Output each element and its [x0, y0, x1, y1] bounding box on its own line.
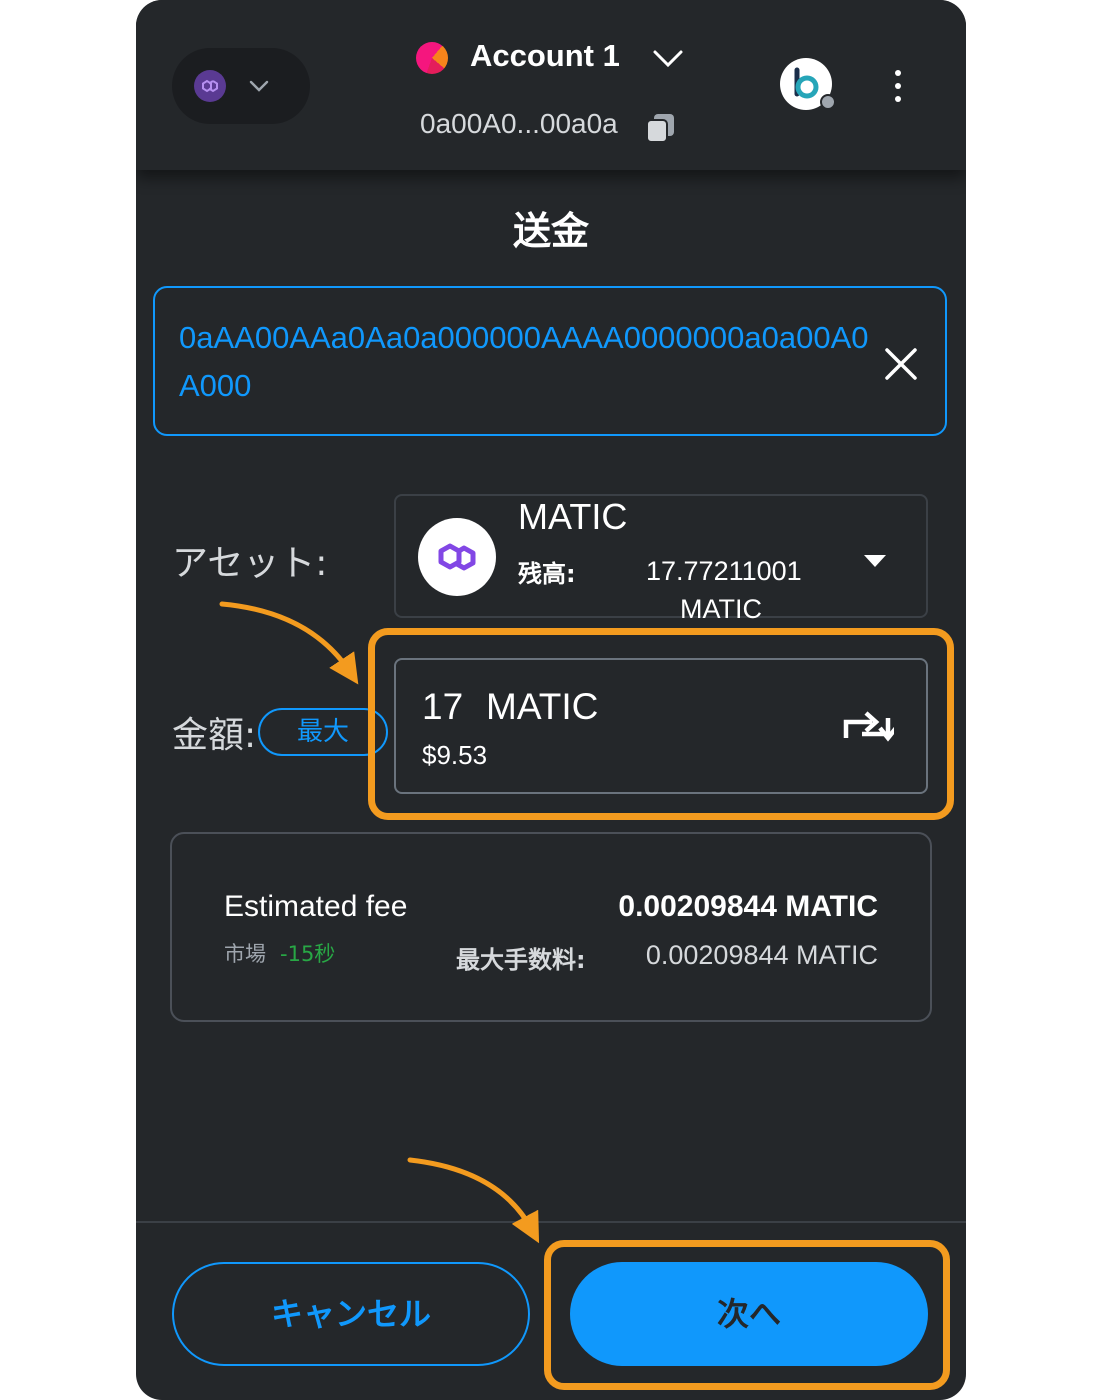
kebab-menu-icon[interactable] [890, 68, 906, 104]
page-title: 送金 [512, 209, 589, 253]
amount-input[interactable]: 17 MATIC $9.53 [394, 658, 928, 794]
chevron-down-icon[interactable] [651, 44, 685, 74]
amount-fiat-value: $9.53 [422, 740, 488, 770]
network-picker[interactable] [172, 48, 310, 124]
chevron-down-icon [249, 80, 269, 92]
copy-icon[interactable] [644, 112, 676, 144]
send-panel: Account 1 0a00A0...00a0a 送金 0aAA00AAa0Aa… [136, 0, 966, 1400]
asset-selector[interactable]: MATIC 残高: 17.77211001 MATIC [394, 494, 928, 624]
app-header: Account 1 0a00A0...00a0a [136, 0, 966, 170]
account-name[interactable]: Account 1 [470, 38, 620, 74]
estimated-fee-card[interactable]: Estimated fee 市場 -15秒 0.00209844 MATIC 最… [170, 832, 932, 1022]
cancel-button[interactable]: キャンセル [172, 1262, 530, 1366]
asset-label: アセット: [172, 543, 328, 584]
recipient-address-field[interactable]: 0aAA00AAa0Aa0a000000AAAA0000000a0a00A0A0… [153, 286, 947, 436]
max-fee-value: 0.00209844 MATIC [645, 940, 878, 970]
amount-value: 17 [422, 686, 464, 727]
polygon-network-icon [194, 70, 226, 102]
fee-market: 市場 [224, 942, 266, 966]
asset-balance-label: 残高: [518, 560, 576, 588]
polygon-token-icon [418, 518, 496, 596]
close-icon[interactable] [883, 346, 919, 382]
account-avatar[interactable] [416, 42, 448, 74]
fee-time: -15秒 [280, 942, 336, 966]
fee-value: 0.00209844 MATIC [618, 890, 878, 923]
asset-balance-value: 17.77211001 MATIC [646, 556, 802, 624]
account-address[interactable]: 0a00A0...00a0a [420, 108, 618, 140]
max-fee-label: 最大手数料: [456, 946, 586, 974]
fee-label: Estimated fee [224, 890, 408, 923]
amount-symbol: MATIC [486, 686, 599, 727]
caret-down-icon[interactable] [862, 552, 888, 570]
amount-label: 金額: [172, 715, 257, 756]
swap-currency-icon[interactable] [840, 708, 894, 746]
next-button[interactable]: 次へ [570, 1262, 928, 1366]
recipient-address: 0aAA00AAa0Aa0a000000AAAA0000000a0a00A0A0… [179, 320, 869, 403]
asset-symbol: MATIC [518, 496, 628, 537]
footer-divider [136, 1221, 966, 1223]
connected-site-icon[interactable] [780, 58, 836, 114]
